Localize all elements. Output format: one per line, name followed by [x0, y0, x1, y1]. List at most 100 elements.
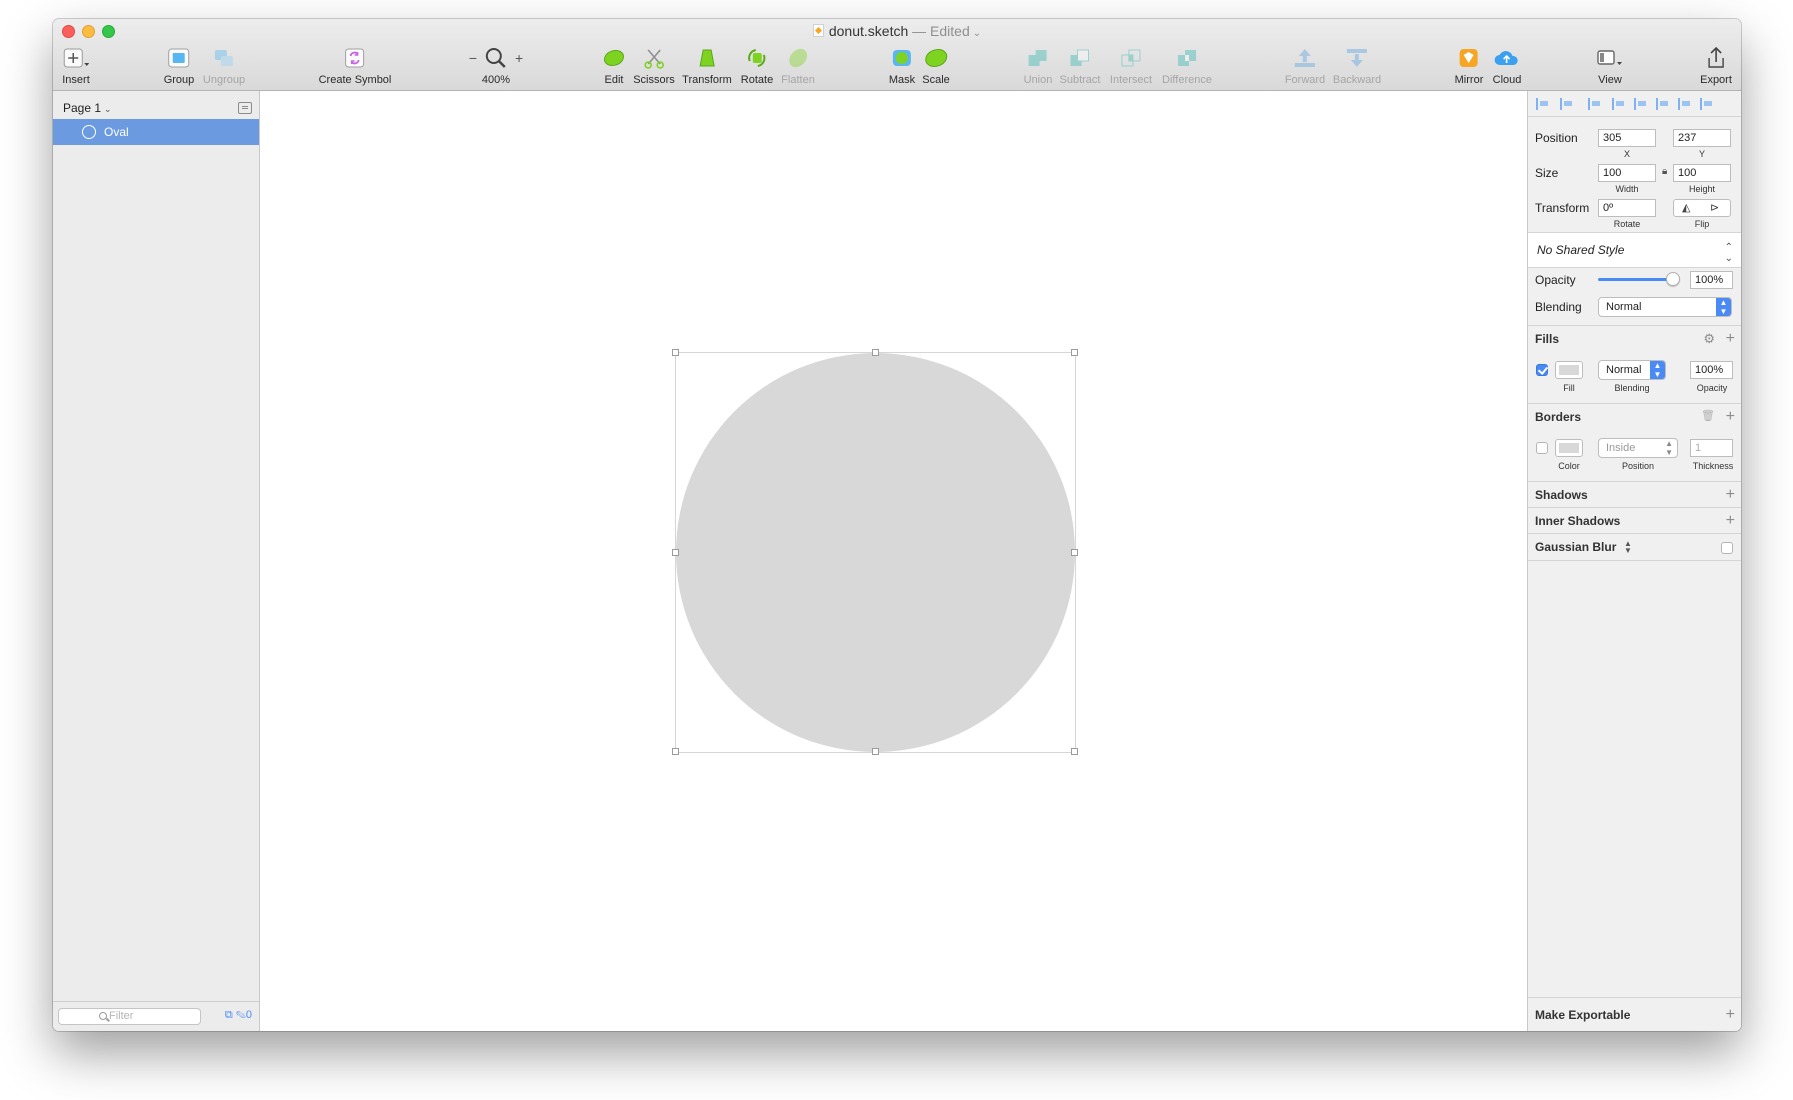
distribute-horizontal-icon[interactable] [1536, 98, 1549, 110]
border-enabled-checkbox[interactable] [1536, 442, 1548, 454]
trash-icon[interactable]: 🗑︎ [1701, 409, 1715, 422]
canvas[interactable] [260, 91, 1527, 1031]
blending-select[interactable]: Normal ▲ ▼ [1598, 297, 1732, 317]
page-selector[interactable]: Page 1 ⌄ [63, 101, 112, 115]
border-thickness-field[interactable]: 1 [1690, 439, 1733, 457]
scissors-icon [644, 49, 664, 69]
distribute-vertical-icon[interactable] [1560, 98, 1573, 110]
window-title[interactable]: donut.sketch — Edited ⌄ [53, 23, 1741, 39]
updown-chevron-icon[interactable]: ▲ ▼ [1624, 540, 1632, 555]
fill-opacity-field[interactable]: 100% [1690, 361, 1733, 379]
border-position-label: Position [1621, 461, 1655, 471]
resize-handle-bottom-right[interactable] [1071, 748, 1078, 755]
export-button[interactable]: Export [1700, 43, 1732, 86]
opacity-field[interactable]: 100% [1690, 271, 1733, 289]
view-layout-icon [1597, 50, 1622, 65]
transform-button[interactable]: Transform [682, 43, 732, 86]
scissors-button[interactable]: Scissors [633, 43, 675, 86]
resize-handle-left[interactable] [672, 548, 679, 556]
y-field[interactable]: 237 [1673, 129, 1731, 147]
blending-label: Blending [1535, 300, 1582, 314]
blur-enabled-checkbox[interactable] [1721, 542, 1733, 554]
edit-button[interactable]: Edit [604, 43, 624, 86]
mirror-button[interactable]: Mirror [1455, 43, 1483, 86]
gaussian-blur-title[interactable]: Gaussian Blur [1535, 540, 1616, 554]
insert-label: Insert [62, 74, 90, 86]
align-right-icon[interactable] [1634, 98, 1647, 110]
group-button[interactable]: Group [164, 43, 194, 86]
add-inner-shadow-icon[interactable]: + [1726, 513, 1735, 529]
alignment-toolbar [1528, 91, 1741, 117]
resize-handle-top-right[interactable] [1071, 349, 1078, 356]
view-button[interactable]: View [1596, 43, 1624, 86]
flip-horizontal-icon[interactable]: ◭ [1682, 201, 1690, 214]
union-button[interactable]: Union [1024, 43, 1052, 86]
align-left-icon[interactable] [1588, 98, 1601, 110]
rotate-button[interactable]: Rotate [741, 43, 773, 86]
inner-shadows-section: Inner Shadows + [1528, 507, 1741, 533]
border-position-value: Inside [1606, 442, 1636, 454]
symbols-filter-icon[interactable]: ⧉ [225, 1009, 233, 1021]
scale-button[interactable]: Scale [922, 43, 950, 86]
rotate-label: Rotate [1613, 219, 1641, 229]
resize-handle-top-left[interactable] [672, 349, 679, 356]
add-fill-icon[interactable]: + [1726, 331, 1735, 347]
title-filename: donut.sketch [828, 23, 909, 39]
layer-filter-toggles[interactable]: ⧉ ✎0 [225, 1009, 252, 1022]
add-shadow-icon[interactable]: + [1726, 487, 1735, 503]
subtract-button[interactable]: Subtract [1060, 43, 1100, 86]
align-bottom-icon[interactable] [1700, 98, 1713, 110]
align-top-icon[interactable] [1656, 98, 1669, 110]
flatten-button[interactable]: Flatten [781, 43, 815, 86]
difference-button[interactable]: Difference [1162, 43, 1212, 86]
updown-chevron-icon: ▲ ▼ [1716, 298, 1731, 316]
selection-bounds[interactable] [672, 349, 1078, 755]
add-border-icon[interactable]: + [1726, 409, 1735, 425]
transform-label: Transform [682, 74, 732, 86]
gear-icon[interactable]: ⚙ [1703, 331, 1715, 347]
height-field[interactable]: 100 [1673, 164, 1731, 182]
mask-button[interactable]: Mask [889, 43, 915, 86]
create-symbol-button[interactable]: Create Symbol [319, 43, 391, 86]
lock-ratio-icon[interactable]: 🔒︎ [1662, 166, 1667, 177]
sketch-window: donut.sketch — Edited ⌄ Insert Group Ungr… [53, 19, 1741, 1031]
resize-handle-top[interactable] [871, 349, 879, 356]
rotate-field[interactable]: 0º [1598, 199, 1656, 217]
collapse-pages-icon[interactable] [238, 102, 252, 114]
zoom-out-button[interactable]: − [469, 50, 477, 66]
width-field[interactable]: 100 [1598, 164, 1656, 182]
resize-handle-bottom[interactable] [871, 748, 879, 755]
opacity-slider-knob[interactable] [1666, 272, 1680, 286]
insert-button[interactable]: Insert [62, 43, 90, 86]
ungroup-button[interactable]: Ungroup [203, 43, 245, 86]
border-position-select[interactable]: Inside ▲ ▼ [1598, 438, 1678, 458]
shared-style-select[interactable]: No Shared Style ⌃ ⌄ [1528, 232, 1741, 268]
fill-blending-select[interactable]: Normal ▲ ▼ [1598, 360, 1666, 380]
oval-shape[interactable] [676, 353, 1075, 752]
opacity-slider-track[interactable] [1598, 278, 1669, 281]
backward-button[interactable]: Backward [1333, 43, 1381, 86]
filter-input[interactable]: Filter [58, 1008, 201, 1025]
zoom-control[interactable]: − + 400% [469, 43, 523, 86]
add-export-icon[interactable]: + [1726, 1007, 1735, 1023]
fill-color-swatch[interactable] [1555, 361, 1583, 379]
forward-button[interactable]: Forward [1285, 43, 1325, 86]
layer-row-oval[interactable]: Oval [53, 119, 259, 145]
x-field[interactable]: 305 [1598, 129, 1656, 147]
mirror-icon [1460, 49, 1478, 67]
intersect-button[interactable]: Intersect [1110, 43, 1152, 86]
zoom-in-button[interactable]: + [515, 50, 523, 66]
cloud-button[interactable]: Cloud [1493, 43, 1521, 86]
resize-handle-right[interactable] [1071, 548, 1078, 556]
slices-filter-icon[interactable]: ✎ [236, 1009, 246, 1021]
flip-buttons: ◭ ⊳ [1673, 199, 1731, 217]
align-middle-icon[interactable] [1678, 98, 1691, 110]
resize-handle-bottom-left[interactable] [672, 748, 679, 755]
fill-enabled-checkbox[interactable] [1536, 364, 1548, 376]
flip-vertical-icon[interactable]: ⊳ [1710, 201, 1719, 214]
align-center-horizontal-icon[interactable] [1612, 98, 1625, 110]
zoom-level: 400% [481, 74, 511, 86]
border-color-swatch[interactable] [1555, 439, 1583, 457]
transform-label: Transform [1535, 201, 1590, 215]
search-icon [99, 1012, 107, 1020]
